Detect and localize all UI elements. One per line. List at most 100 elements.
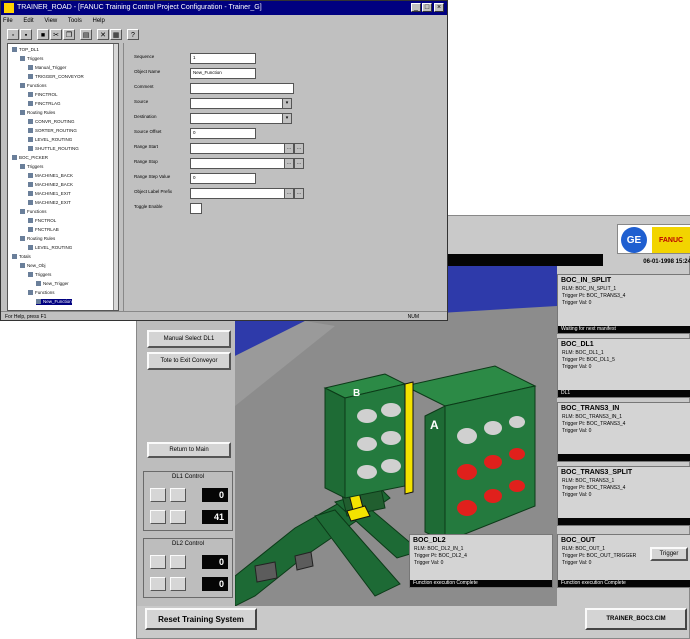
- tree-node[interactable]: Triggers: [20, 164, 43, 170]
- folder-icon: [28, 290, 33, 296]
- properties-icon[interactable]: ▦: [110, 29, 122, 40]
- tree-node[interactable]: FNCTROL: [28, 218, 56, 224]
- toggle-enable-checkbox[interactable]: [190, 203, 202, 214]
- tree-node[interactable]: CONVR_ROUTING: [28, 119, 75, 125]
- tree-node[interactable]: New_Trigger: [36, 281, 69, 287]
- panel-line: Trigger Val: 0: [562, 428, 592, 434]
- browse-button[interactable]: …: [284, 143, 294, 154]
- tree-node[interactable]: Triggers: [20, 56, 43, 62]
- tree-node[interactable]: Manual_Trigger: [28, 65, 66, 71]
- dl1-left-button-2[interactable]: [150, 510, 166, 524]
- tree-node[interactable]: SORTER_ROUTING: [28, 128, 77, 134]
- field-input[interactable]: [190, 143, 286, 154]
- field-input[interactable]: [190, 83, 294, 94]
- dl1-left-button[interactable]: [150, 488, 166, 502]
- maximize-icon[interactable]: □: [422, 3, 432, 12]
- tree-node[interactable]: MACHINE1_EXIT: [28, 191, 71, 197]
- tree-node[interactable]: LEVEL_ROUTING: [28, 245, 72, 251]
- browse-button[interactable]: …: [294, 158, 304, 169]
- panel-title: BOC_DL2: [413, 537, 446, 544]
- save-icon[interactable]: ■: [37, 29, 49, 40]
- new-icon[interactable]: ▫: [7, 29, 19, 40]
- field-input[interactable]: 0: [190, 173, 256, 184]
- field-input[interactable]: 0: [190, 128, 256, 139]
- open-icon[interactable]: ▪: [20, 29, 32, 40]
- tree-node[interactable]: Functions: [20, 209, 47, 215]
- dl1-right-button-2[interactable]: [170, 510, 186, 524]
- menu-edit[interactable]: Edit: [23, 18, 33, 24]
- site-label-button[interactable]: TRAINER_BOC3.CIM: [585, 608, 687, 630]
- logo: GE FANUC: [617, 224, 690, 254]
- tree-node[interactable]: TOP_DL1: [12, 47, 39, 53]
- tree-node[interactable]: TRIGGER_CONVEYOR: [28, 74, 84, 80]
- tree-node-label: Triggers: [27, 164, 44, 169]
- tree-node-label: FNCTROL: [35, 218, 57, 223]
- field-input[interactable]: [190, 98, 286, 109]
- tree-node[interactable]: Functions: [28, 290, 55, 296]
- tree-node[interactable]: MACHINE2_EXIT: [28, 200, 71, 206]
- browse-button[interactable]: …: [284, 158, 294, 169]
- field-input[interactable]: New_Function: [190, 68, 256, 79]
- delete-icon[interactable]: ✕: [97, 29, 109, 40]
- menu-tools[interactable]: Tools: [68, 18, 82, 24]
- tree-node[interactable]: MACHINE2_BACK: [28, 182, 73, 188]
- tree-node[interactable]: New_Obj: [20, 263, 46, 269]
- cut-icon[interactable]: ✂: [50, 29, 62, 40]
- tree-node[interactable]: Routing Rules: [20, 110, 55, 116]
- tree-node[interactable]: FNCTRLAB: [28, 227, 59, 233]
- dl2-right-button-2[interactable]: [170, 577, 186, 591]
- tree-node-label: TRIGGER_CONVEYOR: [35, 74, 84, 79]
- dropdown-arrow-icon[interactable]: ▾: [282, 98, 292, 109]
- return-to-main-button[interactable]: Return to Main: [147, 442, 231, 458]
- vehicle: [254, 561, 278, 583]
- tree-node[interactable]: New_Function: [36, 299, 72, 305]
- tree-node[interactable]: FINCTROL: [28, 92, 58, 98]
- field-label: Range Stop: [134, 159, 158, 164]
- copy-icon[interactable]: ❐: [63, 29, 75, 40]
- field-label: Source: [134, 99, 149, 104]
- field-input[interactable]: [190, 188, 286, 199]
- tree-node-label: MACHINE1_EXIT: [35, 191, 71, 196]
- folder-icon: [28, 74, 33, 80]
- field-input[interactable]: 1: [190, 53, 256, 64]
- tree-node[interactable]: SHUTTLE_ROUTING: [28, 146, 79, 152]
- config-window: TRAINER_ROAD - [FANUC Training Control P…: [0, 0, 448, 321]
- menu-help[interactable]: Help: [93, 18, 105, 24]
- fanuc-logo: FANUC: [652, 227, 690, 253]
- manual-select-dl1-button[interactable]: Manual Select DL1: [147, 330, 231, 348]
- dl2-right-button[interactable]: [170, 555, 186, 569]
- tree-scrollbar[interactable]: [113, 44, 118, 310]
- tree-node[interactable]: Totals: [12, 254, 31, 260]
- tote-to-exit-button[interactable]: Tote to Exit Conveyor: [147, 352, 231, 370]
- dropdown-arrow-icon[interactable]: ▾: [282, 113, 292, 124]
- tree-node[interactable]: Routing Rules: [20, 236, 55, 242]
- tree-node-label: Functions: [27, 83, 47, 88]
- menu-file[interactable]: File: [3, 18, 13, 24]
- field-input[interactable]: [190, 113, 286, 124]
- close-icon[interactable]: ×: [434, 3, 444, 12]
- folder-icon: [28, 218, 33, 224]
- dl2-left-button-2[interactable]: [150, 577, 166, 591]
- browse-button[interactable]: …: [294, 143, 304, 154]
- folder-icon: [28, 137, 33, 143]
- browse-button[interactable]: …: [284, 188, 294, 199]
- help-icon[interactable]: ?: [127, 29, 139, 40]
- tree-node[interactable]: FINCTRLAG: [28, 101, 61, 107]
- menu-view[interactable]: View: [44, 18, 57, 24]
- minimize-icon[interactable]: _: [411, 3, 421, 12]
- tree-node[interactable]: BOC_PICKER: [12, 155, 48, 161]
- field-input[interactable]: [190, 158, 286, 169]
- tree-node[interactable]: MACHINE1_BACK: [28, 173, 73, 179]
- panel-line: RLM: BOC_DL1_1: [562, 350, 604, 356]
- reset-training-system-button[interactable]: Reset Training System: [145, 608, 257, 630]
- tree-node-label: Functions: [35, 290, 55, 295]
- paste-icon[interactable]: ▤: [80, 29, 92, 40]
- tree-node[interactable]: Triggers: [28, 272, 51, 278]
- tree-node[interactable]: LEVEL_ROUTING: [28, 137, 72, 143]
- dl1-right-button[interactable]: [170, 488, 186, 502]
- dl2-left-button[interactable]: [150, 555, 166, 569]
- tree-node[interactable]: Functions: [20, 83, 47, 89]
- trigger-button[interactable]: Trigger: [650, 547, 688, 561]
- browse-button[interactable]: …: [294, 188, 304, 199]
- folder-icon: [28, 191, 33, 197]
